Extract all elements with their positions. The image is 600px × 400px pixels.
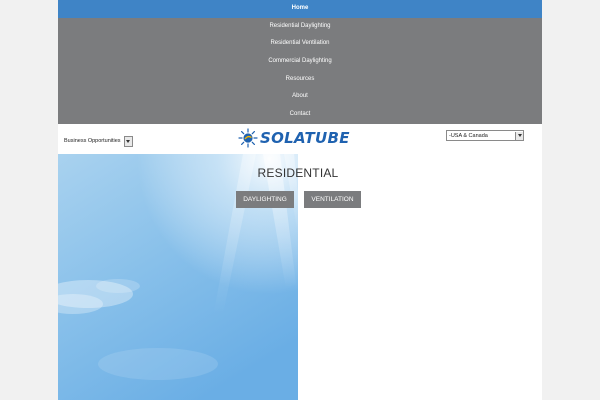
business-select-arrow[interactable] [123,135,133,147]
nav-item-residential-ventilation[interactable]: Residential Ventilation [58,35,542,53]
page-title: RESIDENTIAL [257,166,339,180]
business-opportunities-select[interactable]: Business Opportunities [64,135,133,147]
nav-item-about[interactable]: About [58,88,542,106]
logo-text: SOLATUBE [260,129,350,147]
page-frame: Home Residential Daylighting Residential… [58,0,542,400]
region-select-value: -USA & Canada [449,132,488,139]
nav-item-home[interactable]: Home [58,0,542,18]
daylighting-button[interactable]: DAYLIGHTING [236,191,294,208]
business-select-value: Business Opportunities [64,138,121,144]
nav-item-contact[interactable]: Contact [58,106,542,124]
main-nav: Home Residential Daylighting Residential… [58,0,542,124]
ventilation-button[interactable]: VENTILATION [304,191,361,208]
solatube-logo[interactable]: SOLATUBE [238,128,356,148]
sun-logo-icon [238,128,258,148]
region-select[interactable]: -USA & Canada [446,130,524,141]
nav-item-resources[interactable]: Resources [58,71,542,89]
nav-item-commercial-daylighting[interactable]: Commercial Daylighting [58,53,542,71]
nav-item-residential-daylighting[interactable]: Residential Daylighting [58,18,542,36]
chevron-down-icon [517,134,522,137]
chevron-down-icon [126,139,131,143]
region-select-arrow[interactable] [515,131,523,140]
